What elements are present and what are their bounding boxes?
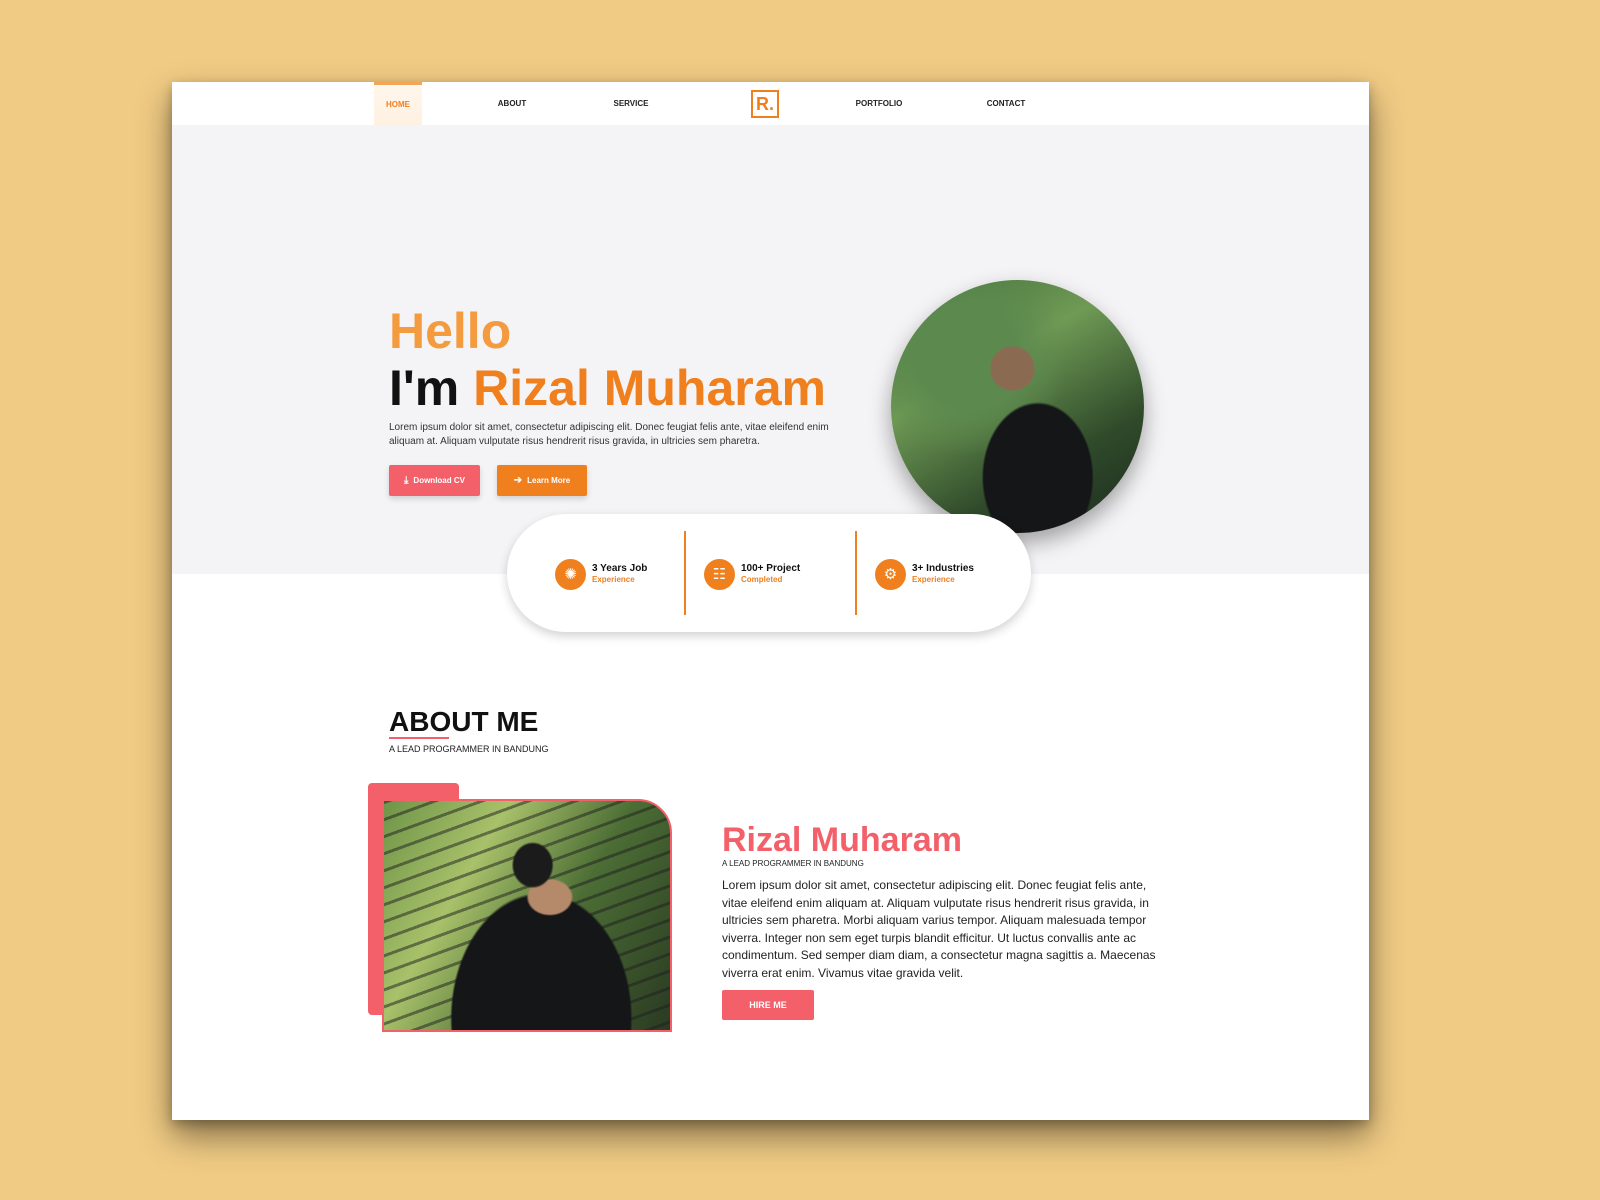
hero-greeting: Hello [389, 303, 512, 359]
download-icon: ⤓ [404, 474, 409, 486]
learn-more-label: Learn More [527, 476, 571, 485]
stat-item-projects: ☷ 100+ Project Completed [704, 558, 800, 590]
stat-divider [855, 531, 857, 615]
about-name: Rizal Muharam [722, 821, 962, 859]
hire-me-button[interactable]: HIRE ME [722, 990, 814, 1020]
project-icon: ☷ [704, 558, 735, 590]
stat-title: 100+ Project [741, 563, 801, 574]
stat-divider [684, 531, 686, 615]
nav-about[interactable]: ABOUT [489, 82, 535, 125]
about-title-underline [389, 737, 449, 739]
about-description: Lorem ipsum dolor sit amet, consectetur … [722, 878, 1156, 980]
nav-home[interactable]: HOME [374, 82, 422, 125]
hero-name: Rizal Muharam [473, 360, 826, 416]
download-cv-label: Download CV [413, 476, 465, 485]
nav-service[interactable]: SERVICE [606, 82, 656, 125]
stat-subtitle: Experience [912, 575, 955, 584]
hero-profile-photo [891, 280, 1144, 533]
hero-intro-prefix: I'm [389, 360, 474, 416]
hero-description: Lorem ipsum dolor sit amet, consectetur … [389, 422, 829, 447]
stat-title: 3 Years Job [592, 563, 648, 574]
stat-item-experience: ✺ 3 Years Job Experience [555, 558, 647, 590]
about-title: ABOUT ME [389, 706, 539, 737]
about-profile-photo [382, 799, 672, 1032]
stats-card: ✺ 3 Years Job Experience ☷ 100+ Project … [507, 514, 1031, 632]
stat-item-industries: ⚙ 3+ Industries Experience [875, 558, 974, 590]
experience-icon: ✺ [555, 558, 586, 590]
learn-more-button[interactable]: ➔ Learn More [497, 465, 587, 496]
about-subtitle: A LEAD PROGRAMMER IN BANDUNG [389, 744, 549, 754]
stat-title: 3+ Industries [912, 563, 974, 574]
hero-intro: I'm Rizal Muharam [389, 359, 826, 417]
download-cv-button[interactable]: ⤓ Download CV [389, 465, 480, 496]
arrow-right-icon: ➔ [513, 474, 523, 486]
hero-section [172, 125, 1369, 574]
top-navigation: HOME ABOUT SERVICE R. PORTFOLIO CONTACT [172, 82, 1369, 125]
stat-subtitle: Completed [741, 575, 783, 584]
portfolio-page: HOME ABOUT SERVICE R. PORTFOLIO CONTACT … [172, 82, 1369, 1120]
nav-portfolio[interactable]: PORTFOLIO [849, 82, 909, 125]
stat-subtitle: Experience [592, 575, 635, 584]
about-role: A LEAD PROGRAMMER IN BANDUNG [722, 859, 864, 868]
industries-icon: ⚙ [875, 558, 906, 590]
nav-contact[interactable]: CONTACT [980, 82, 1032, 125]
logo[interactable]: R. [751, 90, 779, 118]
